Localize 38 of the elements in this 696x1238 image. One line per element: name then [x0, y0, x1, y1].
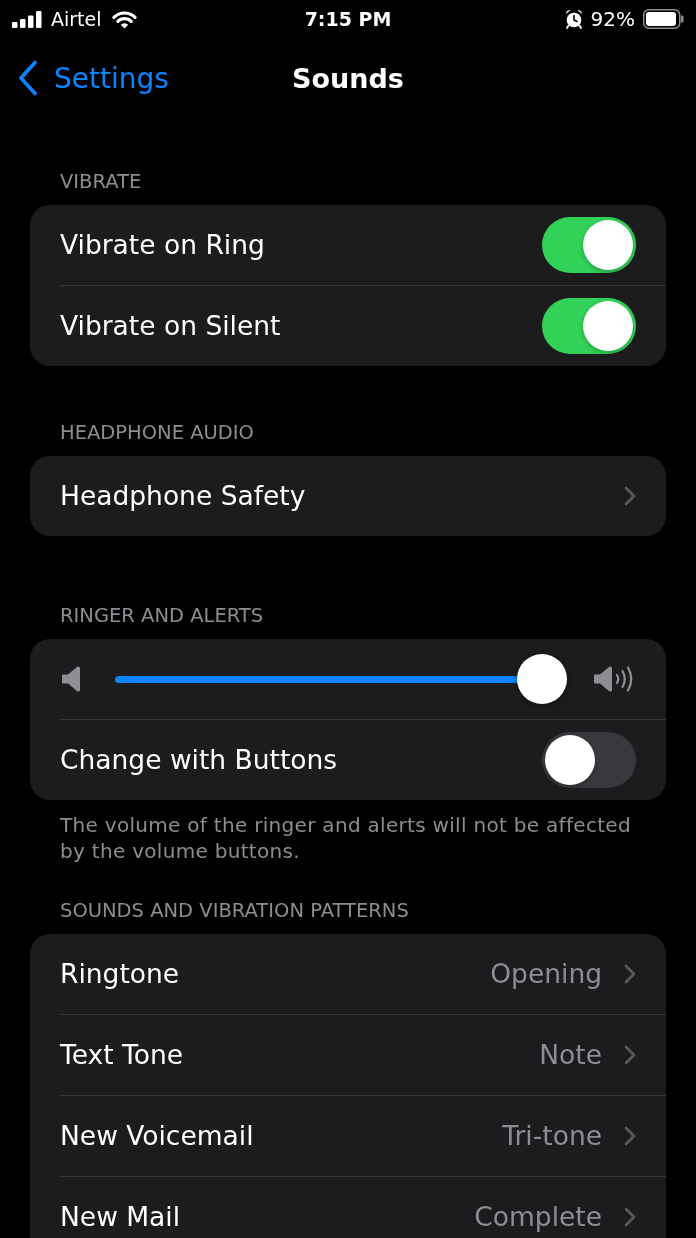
section-header: SOUNDS AND VIBRATION PATTERNS: [59, 899, 410, 923]
signal-icon: [12, 10, 42, 28]
chevron-icon[interactable]: [624, 964, 636, 984]
battery-percent: 92%: [590, 7, 635, 31]
row-label[interactable]: Text Tone: [60, 1040, 183, 1070]
section-footer: The volume of the ringer and alerts will not be affected by the volume buttons.: [30, 800, 666, 864]
slider-thumb[interactable]: [517, 654, 567, 704]
toggle-switch[interactable]: [542, 217, 636, 273]
row-label: Change with Buttons: [60, 745, 338, 775]
alarm-clock-icon: [564, 9, 583, 29]
row-label[interactable]: Ringtone: [60, 959, 180, 989]
section-header: RINGER AND ALERTS: [59, 604, 265, 628]
row-label: Vibrate on Ring: [60, 230, 265, 260]
carrier-name: Airtel: [51, 8, 102, 30]
toggle-switch[interactable]: [542, 298, 636, 354]
chevron-icon[interactable]: [624, 1045, 636, 1065]
chevron-icon[interactable]: [624, 1207, 636, 1227]
status-time: 7:15 PM: [304, 8, 392, 30]
speaker-icon: [62, 666, 80, 692]
row-value: Note: [539, 1040, 602, 1070]
section-header: HEADPHONE AUDIO: [59, 421, 255, 445]
row-label[interactable]: New Voicemail: [60, 1121, 254, 1151]
row-value: Opening: [490, 959, 602, 989]
battery-icon: [643, 9, 684, 29]
row-label: Vibrate on Silent: [60, 311, 281, 341]
chevron-icon[interactable]: [624, 486, 636, 506]
row-value: Tri-tone: [502, 1121, 602, 1151]
wifi-icon: [110, 9, 138, 29]
toggle-switch[interactable]: [542, 732, 636, 788]
section-header: VIBRATE: [59, 170, 143, 194]
back-chevron-icon: [18, 60, 38, 96]
chevron-icon[interactable]: [624, 1126, 636, 1146]
row-value: Complete: [474, 1202, 602, 1232]
volume-slider[interactable]: [115, 654, 567, 704]
row-label[interactable]: Headphone Safety: [60, 481, 306, 511]
row-label[interactable]: New Mail: [60, 1202, 181, 1232]
back-button[interactable]: Settings: [18, 60, 169, 96]
page-title: Sounds: [292, 62, 404, 94]
